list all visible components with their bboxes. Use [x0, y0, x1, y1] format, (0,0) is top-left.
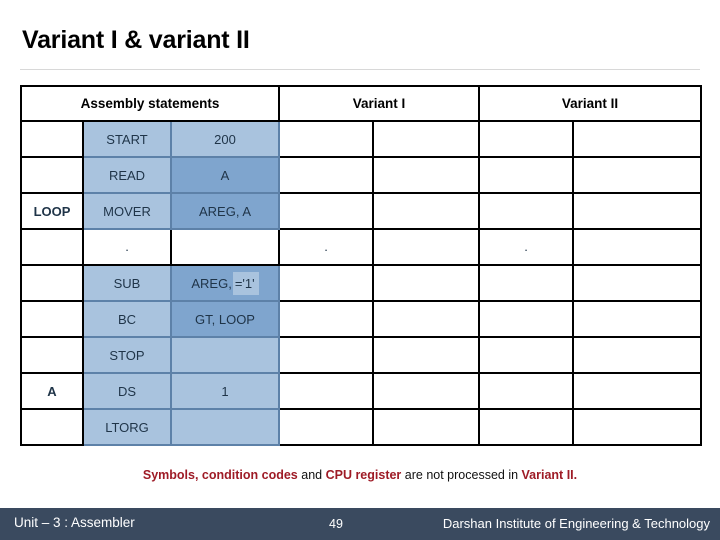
- cell-mnemonic: READ: [82, 156, 172, 194]
- cell-variant2-a: [478, 372, 575, 410]
- cell-variant2-b: [572, 192, 703, 230]
- footer-organization-label: Darshan Institute of Engineering & Techn…: [442, 516, 710, 531]
- cell-label: [20, 300, 84, 338]
- cell-variant2-a: .: [478, 228, 575, 266]
- table-row: SUB AREG, ='1': [20, 264, 703, 302]
- column-header-variant-1: Variant I: [278, 85, 481, 122]
- table-row: A DS 1: [20, 372, 703, 410]
- cell-variant1-b: [372, 264, 481, 302]
- cell-operand-part-1: AREG,: [191, 271, 233, 295]
- note-highlight-symbols: Symbols, condition codes: [142, 468, 298, 482]
- cell-label: [20, 120, 84, 158]
- cell-variant2-a: [478, 336, 575, 374]
- table-header-row: Assembly statements Variant I Variant II: [19, 85, 703, 122]
- cell-variant2-b: [572, 336, 703, 374]
- cell-operand: AREG, A: [169, 192, 281, 230]
- cell-variant2-b: [572, 408, 703, 446]
- cell-mnemonic: START: [82, 120, 172, 158]
- cell-label: [20, 336, 84, 374]
- cell-operand: [169, 228, 281, 266]
- cell-variant1-a: .: [278, 228, 375, 266]
- cell-variant1-a: [278, 120, 375, 158]
- cell-variant1-a: [278, 192, 375, 230]
- footer-unit-label: Unit – 3 : Assembler: [14, 515, 135, 530]
- cell-label: [20, 408, 84, 446]
- cell-variant2-b: [572, 228, 703, 266]
- cell-label: A: [20, 372, 84, 410]
- cell-variant1-b: [372, 192, 481, 230]
- cell-variant2-a: [478, 156, 575, 194]
- cell-mnemonic: DS: [82, 372, 172, 410]
- cell-variant2-b: [572, 300, 703, 338]
- cell-variant2-a: [478, 300, 575, 338]
- cell-operand: AREG, ='1': [169, 264, 281, 302]
- note-highlight-variant-2: Variant II.: [521, 468, 578, 482]
- cell-mnemonic: BC: [82, 300, 172, 338]
- note-connector-processed: are not processed in: [401, 468, 522, 482]
- cell-label: [20, 156, 84, 194]
- title-divider: [20, 69, 700, 70]
- cell-operand: A: [169, 156, 281, 194]
- footer-bar: Unit – 3 : Assembler 49 Darshan Institut…: [0, 508, 720, 540]
- cell-variant2-b: [572, 372, 703, 410]
- cell-variant2-b: [572, 264, 703, 302]
- cell-mnemonic: STOP: [82, 336, 172, 374]
- table-row: READ A: [20, 156, 703, 194]
- cell-variant2-b: [572, 156, 703, 194]
- cell-mnemonic: SUB: [82, 264, 172, 302]
- table-row: START 200: [20, 120, 703, 158]
- table-body: START 200 READ A LOOP MOVER AREG, A... SUB AREG,…: [20, 120, 703, 446]
- cell-operand-part-2: ='1': [232, 271, 259, 295]
- cell-variant2-a: [478, 192, 575, 230]
- column-header-variant-2: Variant II: [478, 85, 703, 122]
- note-text: Symbols, condition codes and CPU registe…: [0, 468, 720, 482]
- footer-page-number: 49: [329, 517, 343, 531]
- cell-variant1-a: [278, 336, 375, 374]
- table-row: STOP: [20, 336, 703, 374]
- table-row: BC GT, LOOP: [20, 300, 703, 338]
- cell-variant1-a: [278, 300, 375, 338]
- cell-variant1-b: [372, 372, 481, 410]
- cell-label: LOOP: [20, 192, 84, 230]
- page-title: Variant I & variant II: [22, 26, 250, 54]
- cell-variant2-a: [478, 408, 575, 446]
- cell-variant1-b: [372, 300, 481, 338]
- cell-mnemonic: .: [82, 228, 172, 266]
- cell-variant1-b: [372, 228, 481, 266]
- cell-variant1-b: [372, 156, 481, 194]
- cell-variant1-b: [372, 336, 481, 374]
- cell-mnemonic: MOVER: [82, 192, 172, 230]
- cell-variant2-b: [572, 120, 703, 158]
- cell-variant1-a: [278, 372, 375, 410]
- cell-variant1-b: [372, 120, 481, 158]
- cell-operand: [169, 408, 281, 446]
- variant-comparison-table: Assembly statements Variant I Variant II…: [19, 85, 703, 446]
- cell-variant1-b: [372, 408, 481, 446]
- note-highlight-cpu-register: CPU register: [325, 468, 402, 482]
- cell-operand: [169, 336, 281, 374]
- cell-label: [20, 228, 84, 266]
- cell-variant2-a: [478, 120, 575, 158]
- table-row: ...: [20, 228, 703, 266]
- cell-operand: GT, LOOP: [169, 300, 281, 338]
- cell-variant1-a: [278, 264, 375, 302]
- cell-variant1-a: [278, 408, 375, 446]
- cell-mnemonic: LTORG: [82, 408, 172, 446]
- table-row: LOOP MOVER AREG, A: [20, 192, 703, 230]
- cell-variant2-a: [478, 264, 575, 302]
- cell-label: [20, 264, 84, 302]
- cell-operand: 200: [169, 120, 281, 158]
- column-header-assembly-statements: Assembly statements: [19, 85, 281, 122]
- cell-variant1-a: [278, 156, 375, 194]
- table-row: LTORG: [20, 408, 703, 446]
- note-connector-and: and: [297, 468, 326, 482]
- cell-operand: 1: [169, 372, 281, 410]
